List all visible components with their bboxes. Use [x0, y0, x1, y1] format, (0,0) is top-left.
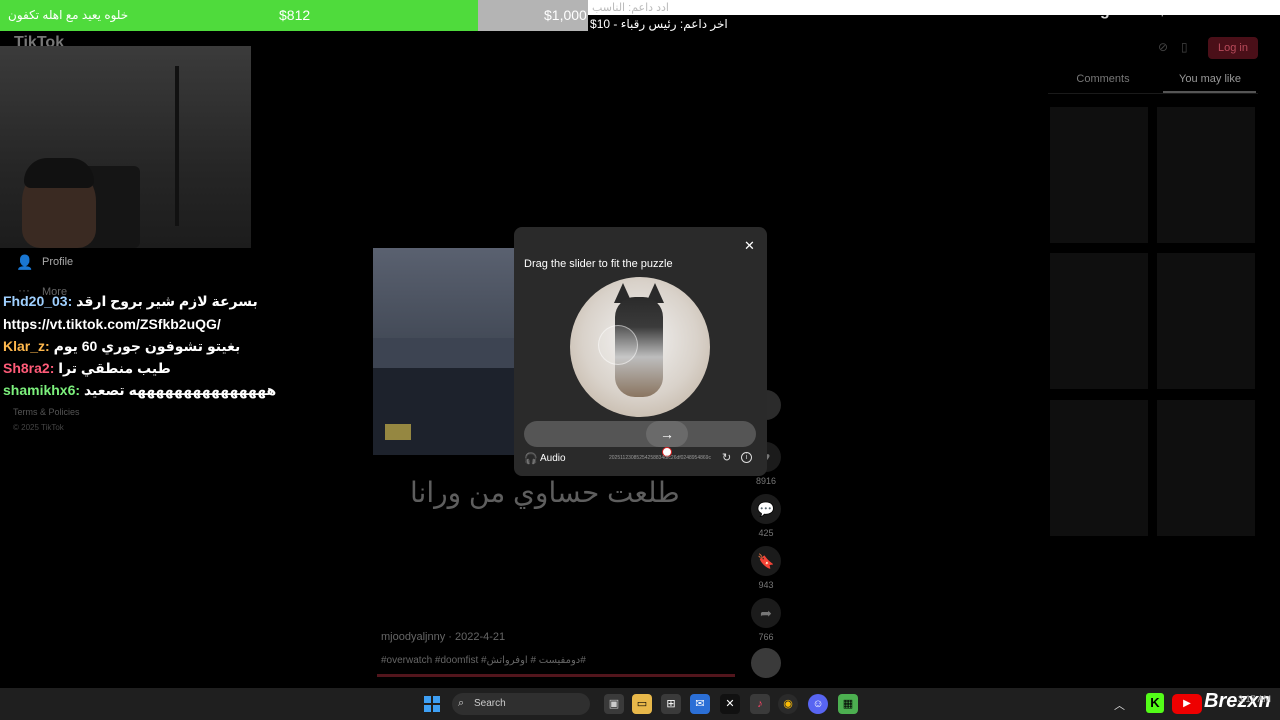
compass-icon[interactable]: ⊘ — [1158, 40, 1168, 54]
suggested-video-thumb[interactable] — [1050, 400, 1148, 536]
comment-icon[interactable]: 💬 — [751, 494, 781, 524]
captcha-audio-button[interactable]: Audio — [540, 453, 566, 464]
tiktok-icon[interactable]: ♪ — [750, 694, 770, 714]
top-supporter: ghost - $140 — [1100, 2, 1194, 19]
terms-link[interactable]: Terms & Policies — [13, 407, 80, 417]
chevron-up-icon[interactable]: ︿ — [1114, 697, 1125, 713]
goal-message: خلوه يعيد مع اهله تكفون — [8, 8, 129, 22]
login-button[interactable]: Log in — [1208, 37, 1258, 59]
chat-message: Fhd20_03: بسرعة لازم شير بروح ارقد — [3, 293, 258, 309]
captcha-slider-handle[interactable]: → — [646, 421, 688, 447]
webcam-feed — [0, 46, 251, 248]
taskbar-search-label: Search — [474, 698, 506, 709]
gear-icon: ⚙ — [1226, 2, 1237, 16]
suggested-video-thumb[interactable] — [1050, 107, 1148, 243]
last-supporter: اخر داعم: رئيس رقباء - 10$ — [590, 17, 728, 31]
mail-icon[interactable]: ✉ — [690, 694, 710, 714]
captcha-title: Drag the slider to fit the puzzle — [524, 258, 673, 270]
suggested-video-thumb[interactable] — [1050, 253, 1148, 389]
profile-icon[interactable]: 👤 — [16, 254, 33, 271]
tab-comments[interactable]: Comments — [1050, 73, 1156, 85]
chat-message: https://vt.tiktok.com/ZSfkb2uQG/ — [3, 316, 221, 332]
capcut-icon[interactable]: ✕ — [720, 694, 740, 714]
goal-target: $1,000 — [544, 7, 587, 23]
kick-icon[interactable]: K — [1146, 693, 1164, 713]
video-progress[interactable] — [377, 674, 735, 677]
suggested-video-thumb[interactable] — [1157, 253, 1255, 389]
search-icon: ⌕ — [458, 697, 465, 709]
captcha-puzzle-image — [570, 277, 710, 417]
copyright: © 2025 TikTok — [13, 423, 64, 432]
info-icon[interactable]: i — [741, 452, 752, 463]
close-icon[interactable]: ✕ — [744, 238, 755, 254]
suggested-video-thumb[interactable] — [1157, 107, 1255, 243]
sidebar-item-profile[interactable]: Profile — [42, 256, 73, 268]
task-view-icon[interactable]: ▣ — [604, 694, 624, 714]
share-count: 766 — [758, 632, 774, 642]
music-avatar[interactable] — [751, 648, 781, 678]
arrow-right-icon: → — [660, 426, 674, 442]
discord-icon[interactable]: ☺ — [808, 694, 828, 714]
save-count: 943 — [758, 580, 774, 590]
video-tags[interactable]: #overwatch #doomfist #دومفيست # اوفرواتش… — [381, 655, 586, 666]
captcha-slider-track[interactable] — [524, 421, 756, 447]
youtube-icon[interactable]: ▶ — [1172, 694, 1202, 714]
store-icon[interactable]: ⊞ — [661, 694, 681, 714]
file-explorer-icon[interactable]: ▭ — [632, 694, 652, 714]
captcha-id: 20251123085254258834dfc26df0248954869c — [609, 455, 711, 461]
windows-start-icon[interactable] — [424, 696, 440, 712]
chrome-icon[interactable]: ◉ — [778, 694, 798, 714]
puzzle-piece[interactable] — [598, 325, 638, 365]
comment-count: 425 — [758, 528, 774, 538]
minecraft-icon[interactable]: ▦ — [838, 694, 858, 714]
taskbar-search[interactable] — [452, 693, 590, 715]
clock: 3:17 AM — [1238, 694, 1272, 704]
headphones-icon[interactable]: 🎧 — [524, 452, 538, 465]
donation-goal-bar: خلوه يعيد مع اهله تكفون $812 $1,000 — [0, 0, 588, 31]
video-caption: طلعت حساوي من ورانا — [410, 477, 680, 508]
video-author[interactable]: mjoodyaljnny · 2022-4-21 — [381, 631, 505, 643]
suggested-video-thumb[interactable] — [1157, 400, 1255, 536]
bookmark-icon[interactable]: 🔖 — [751, 546, 781, 576]
goal-current: $812 — [279, 7, 311, 23]
chat-message: Sh8ra2: طيب منطقي ترا — [3, 360, 171, 376]
faded-label: ادد داعم: الناسب — [592, 2, 669, 14]
chat-message: Klar_z: بغيتو تشوفون جوري 60 يوم — [3, 338, 241, 354]
like-count: 8916 — [755, 476, 777, 486]
active-tab-indicator — [1163, 91, 1256, 93]
phone-icon[interactable]: ▯ — [1181, 40, 1188, 54]
chat-message: shamikhx6: هههههههههههههههه تصعيد — [3, 382, 277, 398]
refresh-icon[interactable]: ↻ — [722, 451, 731, 464]
share-icon[interactable]: ➦ — [751, 598, 781, 628]
tab-you-may-like[interactable]: You may like — [1164, 73, 1256, 85]
